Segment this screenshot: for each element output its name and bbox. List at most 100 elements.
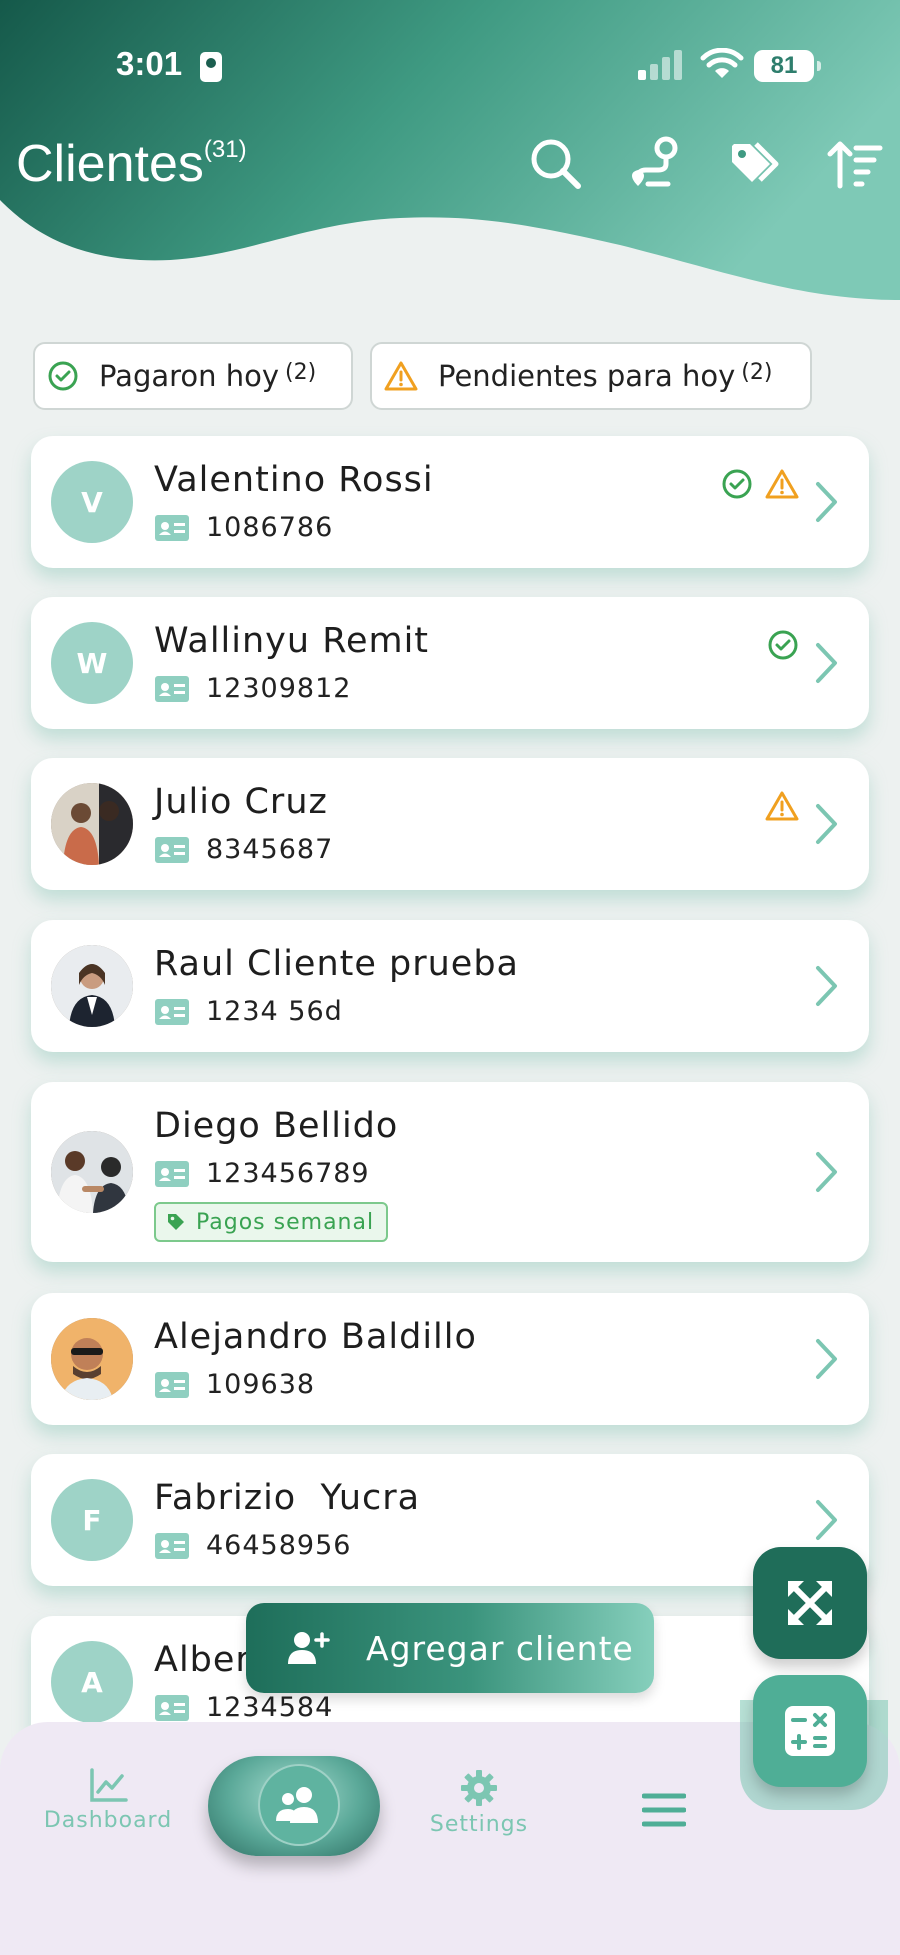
client-id: 46458956: [206, 1530, 352, 1561]
id-card-icon: [155, 1160, 189, 1187]
client-id: 1086786: [206, 512, 334, 543]
client-name: Valentino Rossi: [154, 460, 434, 500]
sort-icon[interactable]: [824, 134, 884, 194]
client-id-row: 1234584: [154, 1692, 333, 1723]
avatar: [51, 783, 133, 865]
client-name: Fabrizio Yucra: [154, 1478, 421, 1518]
chevron-right-icon: [816, 1339, 837, 1379]
client-name: Wallinyu Remit: [154, 621, 430, 661]
id-card-icon: [155, 1371, 189, 1398]
id-card-icon: [200, 52, 222, 82]
id-card-icon: [155, 998, 189, 1025]
client-id: 123456789: [206, 1158, 370, 1189]
cellular-signal-icon: [638, 50, 682, 80]
client-id: 8345687: [206, 834, 334, 865]
status-time: 3:01: [116, 45, 183, 82]
client-name: Julio Cruz: [154, 782, 328, 822]
add-user-icon: [288, 1632, 330, 1664]
nav-dashboard-label: Dashboard: [43, 1808, 173, 1833]
nav-dashboard[interactable]: Dashboard: [33, 1768, 183, 1833]
client-id-row: 8345687: [154, 834, 333, 865]
avatar: A: [51, 1641, 133, 1723]
client-card[interactable]: Alejandro Baldillo 109638: [31, 1293, 869, 1425]
client-card[interactable]: V Valentino Rossi 1086786: [31, 436, 869, 568]
id-card-icon: [155, 675, 189, 702]
chevron-right-icon: [816, 643, 837, 683]
client-photo: [51, 1131, 133, 1213]
filter-count: (2): [741, 359, 773, 385]
nav-clients-inner: [258, 1764, 340, 1846]
gear-icon: [461, 1770, 497, 1806]
check-circle-icon: [48, 361, 78, 391]
page-title: Clientes(31): [16, 135, 247, 193]
avatar: [51, 1131, 133, 1213]
nav-settings-label: Settings: [429, 1812, 529, 1837]
avatar: V: [51, 461, 133, 543]
warning-icon: [765, 469, 799, 499]
client-id: 1234584: [206, 1692, 334, 1723]
client-card[interactable]: Julio Cruz 8345687: [31, 758, 869, 890]
add-client-button[interactable]: Agregar cliente: [246, 1603, 654, 1693]
menu-icon[interactable]: [642, 1790, 686, 1830]
filter-paid-today[interactable]: Pagaron hoy (2): [33, 342, 353, 410]
filter-pending-today[interactable]: Pendientes para hoy (2): [370, 342, 812, 410]
filter-label: Pendientes para hoy: [438, 359, 736, 393]
battery-indicator: 81: [754, 50, 821, 82]
calculator-button[interactable]: [753, 1675, 867, 1787]
avatar: W: [51, 622, 133, 704]
client-id-row: 46458956: [154, 1530, 351, 1561]
payment-status: [765, 790, 799, 822]
client-id-row: 123456789: [154, 1158, 370, 1189]
check-circle-icon: [768, 630, 798, 660]
client-name: Alejandro Baldillo: [154, 1317, 477, 1357]
filter-label: Pagaron hoy: [99, 359, 280, 393]
avatar: [51, 1318, 133, 1400]
client-name: Raul Cliente prueba: [154, 944, 520, 984]
chart-icon: [90, 1768, 128, 1802]
client-card[interactable]: Raul Cliente prueba 1234 56d: [31, 920, 869, 1052]
client-id: 109638: [206, 1369, 316, 1400]
id-card-icon: [155, 1694, 189, 1721]
client-id: 1234 56d: [206, 996, 343, 1027]
filter-count: (2): [285, 359, 317, 385]
client-card[interactable]: W Wallinyu Remit 12309812: [31, 597, 869, 729]
client-card[interactable]: F Fabrizio Yucra 46458956: [31, 1454, 869, 1586]
route-icon[interactable]: [624, 134, 684, 194]
nav-clients[interactable]: [208, 1756, 380, 1856]
avatar: F: [51, 1479, 133, 1561]
wifi-icon: [700, 48, 744, 78]
check-circle-icon: [722, 469, 752, 499]
chevron-right-icon: [816, 804, 837, 844]
warning-icon: [765, 791, 799, 821]
id-card-icon: [155, 514, 189, 541]
tags-icon[interactable]: [726, 134, 786, 194]
payment-status: [721, 468, 799, 500]
client-name: Diego Bellido: [154, 1106, 399, 1146]
id-card-icon: [155, 1532, 189, 1559]
nav-settings[interactable]: Settings: [404, 1768, 554, 1837]
client-id-row: 1234 56d: [154, 996, 343, 1027]
chevron-right-icon: [816, 1152, 837, 1192]
chevron-right-icon: [816, 966, 837, 1006]
client-photo: [51, 945, 133, 1027]
avatar: [51, 945, 133, 1027]
expand-button[interactable]: [753, 1547, 867, 1659]
tag-label: Pagos semanal: [196, 1209, 375, 1235]
payment-status: [767, 629, 799, 661]
warning-icon: [384, 361, 418, 391]
client-card[interactable]: Diego Bellido 123456789 Pagos semanal: [31, 1082, 869, 1262]
expand-arrows-icon: [788, 1581, 832, 1625]
users-icon: [276, 1787, 318, 1823]
client-name: Alber: [154, 1640, 251, 1680]
client-id: 12309812: [206, 673, 352, 704]
search-icon[interactable]: [526, 134, 586, 194]
status-bar: 3:01 81: [0, 0, 900, 130]
add-client-label: Agregar cliente: [366, 1628, 634, 1668]
client-id-row: 1086786: [154, 512, 333, 543]
client-count: (31): [203, 136, 247, 163]
id-card-icon: [155, 836, 189, 863]
client-id-row: 109638: [154, 1369, 315, 1400]
calculator-icon: [785, 1706, 835, 1756]
client-tag: Pagos semanal: [154, 1202, 389, 1242]
client-photo: [51, 783, 133, 865]
